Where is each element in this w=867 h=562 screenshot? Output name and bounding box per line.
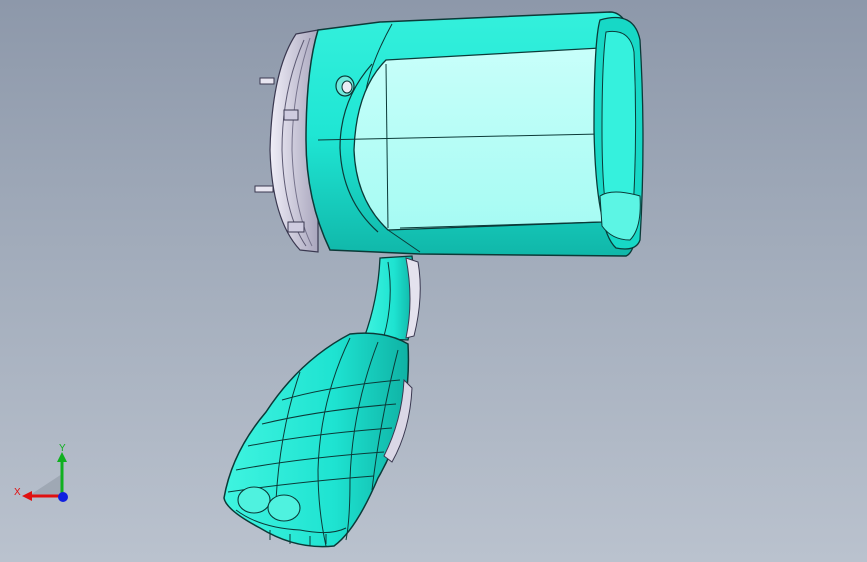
y-axis-label: Y [59,443,66,454]
front-bezel[interactable] [593,16,644,250]
z-axis-icon [58,492,68,502]
lamp-housing[interactable] [305,11,643,257]
axis-triad: Y X [14,443,68,502]
handle-neck[interactable] [363,255,421,341]
triad-plane-icon [30,474,62,495]
screw-hole-icon [335,75,355,97]
x-axis-label: X [14,487,21,498]
handle-grip[interactable] [223,332,413,548]
3d-viewport[interactable] [0,0,867,562]
